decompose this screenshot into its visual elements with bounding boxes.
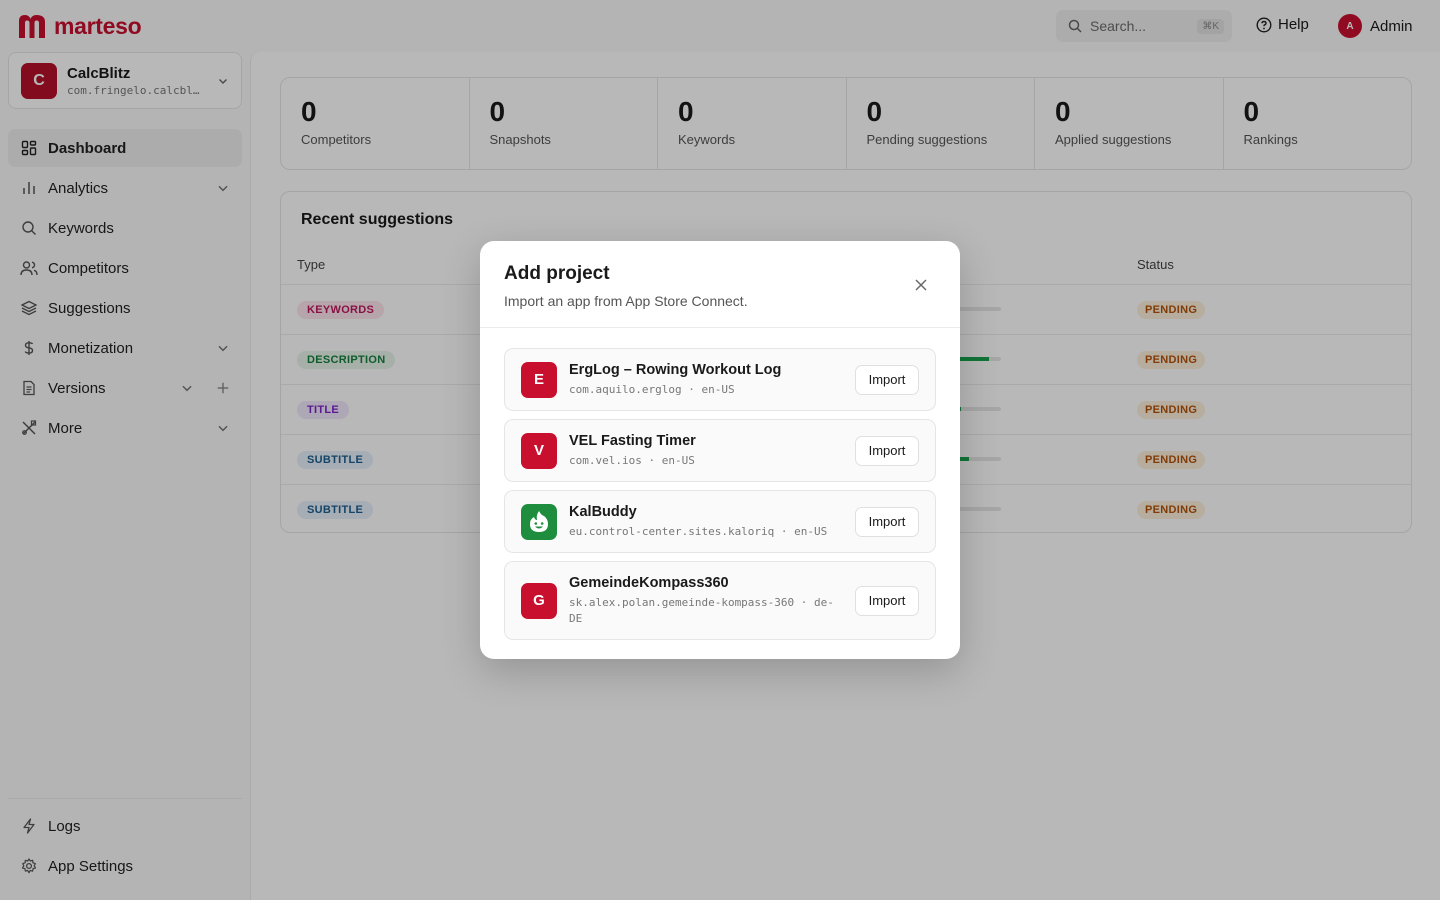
dialog-subtitle: Import an app from App Store Connect. [504, 293, 748, 309]
dialog-header: Add project Import an app from App Store… [480, 241, 960, 328]
list-item: V VEL Fasting Timer com.vel.ios · en-US … [504, 419, 936, 482]
add-project-dialog: Add project Import an app from App Store… [480, 241, 960, 659]
app-name: ErgLog – Rowing Workout Log [569, 361, 782, 378]
app-name: KalBuddy [569, 503, 637, 520]
list-item: E ErgLog – Rowing Workout Log com.aquilo… [504, 348, 936, 411]
app-name: GemeindeKompass360 [569, 574, 729, 591]
app-bundle-id: com.aquilo.erglog · en-US [569, 382, 735, 396]
app-avatar: G [521, 582, 557, 619]
app-list: E ErgLog – Rowing Workout Log com.aquilo… [504, 348, 936, 648]
app-avatar [521, 503, 557, 540]
import-button[interactable]: Import [855, 364, 919, 395]
app-name: VEL Fasting Timer [569, 432, 696, 449]
flame-face-icon [530, 510, 548, 532]
app-bundle-id: com.vel.ios · en-US [569, 453, 695, 467]
list-item: KalBuddy eu.control-center.sites.kaloriq… [504, 490, 936, 553]
close-icon[interactable] [914, 278, 928, 292]
dialog-title: Add project [504, 263, 610, 284]
app-bundle-id: sk.alex.polan.gemeinde-kompass-360 · de-… [569, 595, 834, 625]
app-bundle-id: eu.control-center.sites.kaloriq · en-US [569, 524, 828, 538]
app-avatar: V [521, 432, 557, 469]
import-button[interactable]: Import [855, 585, 919, 616]
import-button[interactable]: Import [855, 435, 919, 466]
list-item: G GemeindeKompass360 sk.alex.polan.gemei… [504, 561, 936, 640]
import-button[interactable]: Import [855, 506, 919, 537]
app-avatar: E [521, 361, 557, 398]
